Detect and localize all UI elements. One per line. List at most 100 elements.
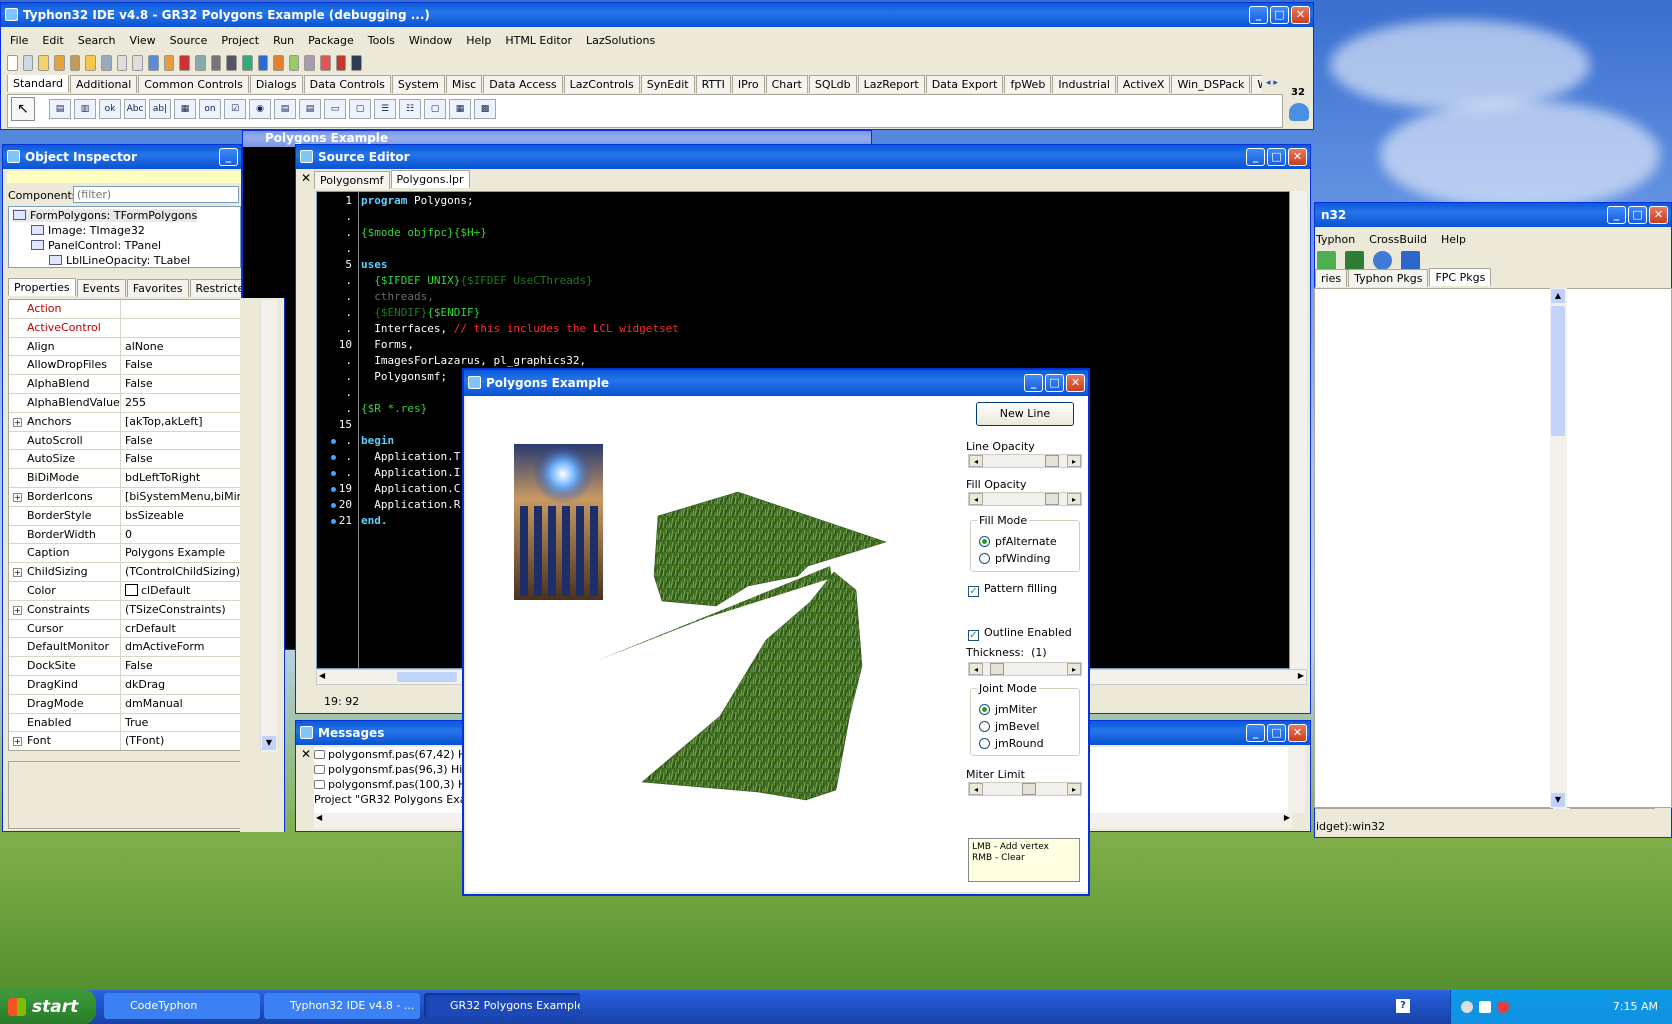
minimize-button[interactable]: _ — [1607, 206, 1626, 224]
maximize-button[interactable]: □ — [1045, 374, 1064, 392]
tree-node[interactable]: Image: TImage32 — [31, 224, 145, 237]
code-line[interactable]: {$R *.res} — [361, 402, 427, 418]
components-filter-input[interactable] — [73, 186, 239, 203]
property-value[interactable]: False — [121, 450, 240, 468]
palette-component-icon[interactable]: ☑ — [224, 99, 246, 119]
miter-limit-thumb[interactable] — [1021, 783, 1036, 795]
menu-item[interactable]: CrossBuild — [1362, 230, 1434, 249]
breakpoint-dot-icon[interactable] — [331, 519, 336, 524]
property-value[interactable]: False — [121, 356, 240, 374]
oi-tab[interactable]: Favorites — [126, 279, 189, 297]
line-opacity-thumb[interactable] — [1044, 455, 1059, 467]
scroll-right-icon[interactable]: ▸ — [1067, 493, 1081, 505]
scroll-left-icon[interactable]: ◂ — [969, 663, 983, 675]
property-row[interactable]: + Font (TFont) — [9, 732, 240, 750]
palette-component-icon[interactable]: Abc — [124, 99, 146, 119]
radio-icon[interactable] — [979, 553, 990, 564]
property-value[interactable]: clDefault — [121, 582, 240, 600]
property-value[interactable]: bsSizeable — [121, 507, 240, 525]
fill-mode-option[interactable]: pfWinding — [979, 550, 1057, 567]
checkbox-icon[interactable]: ✓ — [968, 586, 979, 597]
breakpoint-dot-icon[interactable] — [331, 455, 336, 460]
property-row[interactable]: + BorderIcons [biSystemMenu,biMinimize, — [9, 487, 240, 507]
palette-component-icon[interactable]: ☰ — [374, 99, 396, 119]
expand-icon[interactable]: + — [13, 417, 22, 427]
outline-enabled-checkbox[interactable]: ✓ Outline Enabled — [968, 626, 1072, 641]
start-button[interactable]: start — [0, 990, 96, 1024]
menu-item[interactable]: View — [123, 31, 163, 50]
expand-icon[interactable]: + — [13, 605, 22, 615]
palette-tab[interactable]: Additional — [70, 75, 138, 93]
property-value[interactable] — [121, 319, 240, 337]
help-tray-icon[interactable]: ? — [1396, 999, 1410, 1013]
property-row[interactable]: AlphaBlendValue 255 — [9, 393, 240, 413]
property-value[interactable]: bdLeftToRight — [121, 469, 240, 487]
palette-component-icon[interactable]: ▭ — [324, 99, 346, 119]
property-value[interactable]: [akTop,akLeft] — [121, 413, 240, 431]
line-opacity-slider[interactable]: ◂ ▸ — [968, 454, 1082, 468]
palette-tab[interactable]: SynEdit — [640, 75, 695, 93]
palette-tab[interactable]: LazReport — [857, 75, 925, 93]
property-row[interactable]: BorderStyle bsSizeable — [9, 506, 240, 526]
property-row[interactable]: Color clDefault — [9, 581, 240, 601]
package-list-vscrollbar[interactable]: ▲ ▼ — [1550, 288, 1567, 808]
messages-vscrollbar[interactable] — [1288, 747, 1305, 813]
toolbar-button[interactable] — [179, 55, 190, 71]
palette-component-icon[interactable]: ▢ — [349, 99, 371, 119]
code-line[interactable]: Interfaces, // this includes the LCL wid… — [361, 322, 679, 338]
palette-component-icon[interactable]: ☷ — [399, 99, 421, 119]
property-row[interactable]: DefaultMonitor dmActiveForm — [9, 638, 240, 658]
run-icon[interactable] — [1317, 251, 1336, 270]
menu-item[interactable]: Help — [459, 31, 498, 50]
maximize-button[interactable]: □ — [1270, 6, 1289, 24]
property-row[interactable]: + Constraints (TSizeConstraints) — [9, 600, 240, 620]
palette-scroll[interactable]: ◂ ▸ — [1259, 75, 1285, 92]
menu-item[interactable]: LazSolutions — [579, 31, 662, 50]
palette-tab[interactable]: ActiveX — [1116, 75, 1171, 93]
property-value[interactable]: (TSizeConstraints) — [121, 601, 240, 619]
property-value[interactable]: 255 — [121, 394, 240, 412]
toolbar-button[interactable] — [38, 55, 49, 71]
scroll-left-icon[interactable]: ◂ — [969, 455, 983, 467]
editor-tab[interactable]: Polygons.lpr — [390, 170, 470, 188]
minimize-button[interactable]: _ — [1246, 148, 1265, 166]
menu-item[interactable]: Tools — [361, 31, 402, 50]
toolbar-button[interactable] — [241, 55, 253, 71]
palette-component-icon[interactable]: on — [199, 99, 221, 119]
source-editor-titlebar[interactable]: Source Editor _ □ ✕ — [296, 145, 1310, 169]
palette-component-icon[interactable]: ab| — [149, 99, 171, 119]
code-line[interactable]: Forms, — [361, 338, 414, 354]
package-manager-titlebar[interactable]: n32 _ □ ✕ — [1315, 203, 1671, 227]
scroll-right-icon[interactable]: ▸ — [1067, 455, 1081, 467]
code-line[interactable]: uses — [361, 258, 388, 274]
radio-icon[interactable] — [979, 704, 990, 715]
palette-tab[interactable]: Data Controls — [303, 75, 391, 93]
pattern-filling-checkbox[interactable]: ✓ Pattern filling — [968, 582, 1057, 597]
toolbar-button[interactable] — [351, 55, 363, 71]
toolbar-button[interactable] — [288, 55, 300, 71]
property-row[interactable]: Enabled True — [9, 713, 240, 733]
maximize-button[interactable]: □ — [1267, 148, 1286, 166]
close-messages-icon[interactable]: ✕ — [301, 747, 311, 761]
radio-icon[interactable] — [979, 721, 990, 732]
property-value[interactable]: (TControlChildSizing) — [121, 563, 240, 581]
breakpoint-dot-icon[interactable] — [331, 487, 336, 492]
property-row[interactable]: BiDiMode bdLeftToRight — [9, 469, 240, 488]
property-value[interactable]: True — [121, 714, 240, 732]
task-typhon-ide[interactable]: Typhon32 IDE v4.8 - ... — [264, 993, 420, 1019]
palette-component-icon[interactable]: ▩ — [474, 99, 496, 119]
toolbar-button[interactable] — [304, 55, 316, 71]
code-line[interactable]: program Polygons; — [361, 194, 474, 210]
minimize-button[interactable]: _ — [1249, 6, 1268, 24]
oi-tab[interactable]: Properties — [8, 278, 76, 296]
fill-opacity-thumb[interactable] — [1044, 493, 1059, 505]
property-row[interactable]: AllowDropFiles False — [9, 356, 240, 376]
menu-item[interactable]: Search — [71, 31, 123, 50]
menu-item[interactable]: Package — [301, 31, 361, 50]
code-line[interactable]: begin — [361, 434, 394, 450]
toolbar-button[interactable] — [22, 55, 34, 71]
toolbar-button[interactable] — [100, 55, 112, 71]
property-row[interactable]: DragKind dkDrag — [9, 675, 240, 695]
toolbar-button[interactable] — [53, 55, 65, 71]
property-value[interactable]: dmActiveForm — [121, 638, 240, 656]
